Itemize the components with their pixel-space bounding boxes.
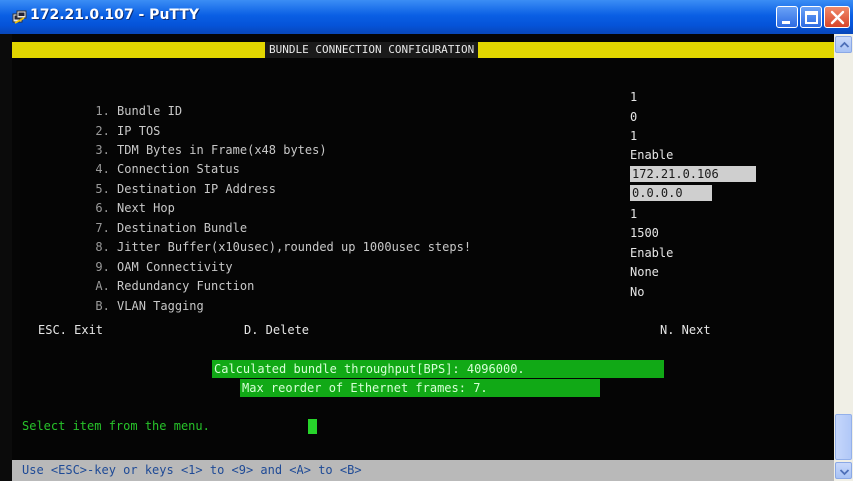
close-icon — [830, 10, 845, 25]
action-next: N. Next — [660, 323, 711, 337]
menu-value-6: 0.0.0.0 — [630, 185, 712, 201]
maximize-icon — [805, 11, 818, 24]
text-cursor — [308, 419, 317, 434]
terminal-screen[interactable]: BUNDLE CONNECTION CONFIGURATION 1. Bundl… — [12, 34, 834, 481]
status-hint: Use <ESC>-key or keys <1> to <9> and <A>… — [22, 463, 362, 477]
putty-icon — [12, 10, 27, 24]
menu-value-8: 1500 — [630, 226, 659, 240]
window-title: 172.21.0.107 - PuTTY — [30, 7, 199, 23]
throughput-info: Calculated bundle throughput[BPS]: 40960… — [212, 360, 664, 378]
menu-value-9: Enable — [630, 246, 674, 260]
vertical-scrollbar[interactable] — [834, 34, 853, 481]
reorder-info: Max reorder of Ethernet frames: 7. — [240, 379, 600, 397]
menu-prompt: Select item from the menu. — [22, 419, 210, 433]
putty-window: 172.21.0.107 - PuTTY BUNDLE CONNECTION C… — [0, 0, 853, 481]
scroll-down-button[interactable] — [835, 462, 852, 479]
minimize-button[interactable] — [776, 6, 798, 28]
header-band: BUNDLE CONNECTION CONFIGURATION — [12, 42, 834, 58]
action-exit: ESC. Exit — [38, 323, 104, 337]
chevron-up-icon — [839, 41, 850, 48]
menu-value-1: 1 — [630, 90, 638, 104]
menu-value-3: 1 — [630, 129, 638, 143]
menu-value-5: 172.21.0.106 — [630, 166, 756, 182]
maximize-button[interactable] — [800, 6, 822, 28]
status-bar: Use <ESC>-key or keys <1> to <9> and <A>… — [12, 460, 834, 481]
action-delete: D. Delete — [244, 323, 310, 337]
menu-item-b: B. VLAN Tagging — [95, 299, 204, 313]
menu-value-a: None — [630, 265, 659, 279]
close-button[interactable] — [824, 6, 850, 28]
scroll-thumb[interactable] — [835, 414, 852, 460]
scroll-up-button[interactable] — [835, 36, 852, 53]
menu-value-2: 0 — [630, 110, 638, 124]
minimize-icon — [782, 21, 790, 24]
screen-header: BUNDLE CONNECTION CONFIGURATION — [265, 42, 479, 58]
menu-value-b: No — [630, 285, 645, 299]
title-bar[interactable]: 172.21.0.107 - PuTTY — [0, 0, 853, 34]
menu-value-4: Enable — [630, 148, 674, 162]
menu-value-7: 1 — [630, 207, 638, 221]
chevron-down-icon — [839, 469, 850, 476]
